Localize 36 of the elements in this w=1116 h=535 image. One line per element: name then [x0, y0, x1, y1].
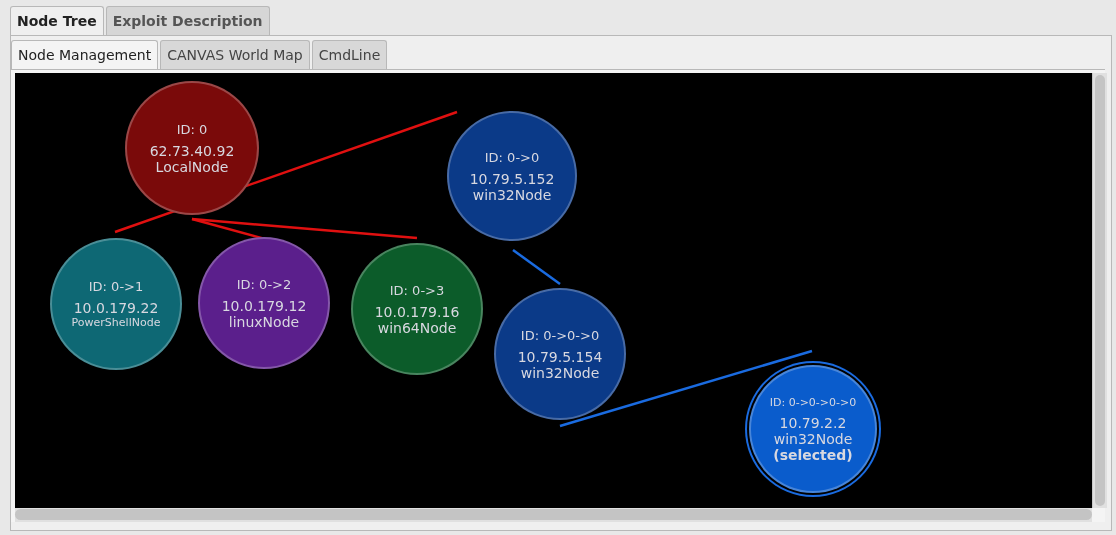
- tab[interactable]: CANVAS World Map: [160, 40, 310, 69]
- tab[interactable]: Exploit Description: [105, 6, 270, 35]
- node-id: ID: 0: [176, 121, 208, 137]
- node-ip: 10.0.179.12: [221, 297, 307, 314]
- node-id: ID: 0->1: [88, 279, 144, 294]
- network-node[interactable]: ID: 0->0 10.79.5.152 win32Node: [447, 111, 577, 241]
- vertical-scrollbar[interactable]: [1092, 73, 1107, 508]
- node-id: ID: 0->0->0->0: [769, 395, 857, 409]
- tab[interactable]: CmdLine: [311, 40, 388, 69]
- node-id: ID: 0->3: [389, 282, 445, 298]
- node-type: win32Node: [520, 364, 600, 381]
- node-type: win64Node: [377, 319, 457, 336]
- node-type: PowerShellNode: [71, 316, 161, 329]
- node-note: (selected): [773, 446, 853, 463]
- network-node[interactable]: ID: 0->2 10.0.179.12 linuxNode: [198, 237, 330, 369]
- horizontal-scrollbar[interactable]: [15, 508, 1092, 522]
- network-node[interactable]: ID: 0->1 10.0.179.22 PowerShellNode: [50, 238, 182, 370]
- node-ip: 10.79.2.2: [779, 414, 847, 431]
- network-node[interactable]: ID: 0->0->0 10.79.5.154 win32Node: [494, 288, 626, 420]
- tab[interactable]: Node Management: [11, 40, 159, 69]
- node-id: ID: 0->2: [236, 276, 292, 292]
- node-id: ID: 0->0: [484, 149, 540, 165]
- node-type: linuxNode: [228, 313, 300, 330]
- node-ip: 10.79.5.154: [517, 348, 603, 365]
- tab[interactable]: Node Tree: [10, 6, 104, 35]
- node-type: win32Node: [472, 186, 552, 203]
- node-ip: 10.79.5.152: [469, 170, 555, 187]
- node-type: LocalNode: [155, 158, 229, 175]
- node-id: ID: 0->0->0: [520, 327, 600, 343]
- node-ip: 10.0.179.16: [374, 303, 460, 320]
- node-ip: 10.0.179.22: [73, 300, 159, 316]
- node-type: win32Node: [773, 430, 853, 447]
- network-node[interactable]: ID: 0->3 10.0.179.16 win64Node: [351, 243, 483, 375]
- node-ip: 62.73.40.92: [149, 142, 235, 159]
- network-node[interactable]: ID: 0 62.73.40.92 LocalNode: [125, 81, 259, 215]
- connector-line: [512, 249, 561, 285]
